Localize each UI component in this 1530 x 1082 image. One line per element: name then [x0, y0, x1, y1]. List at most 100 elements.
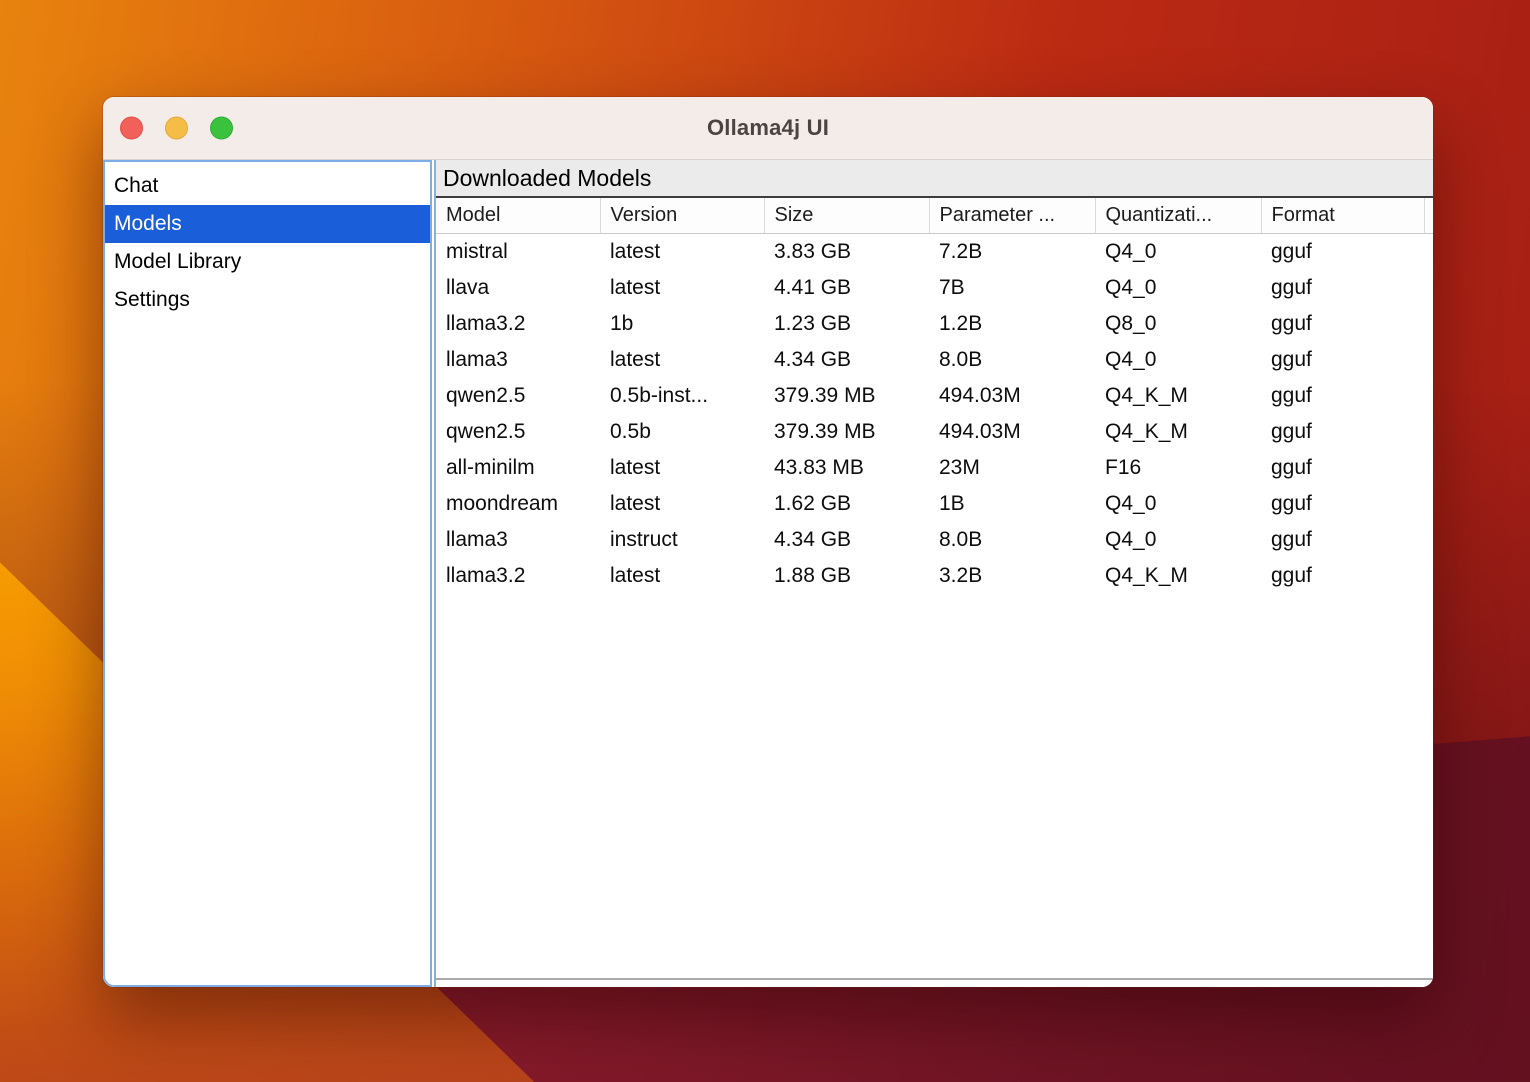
cell-size[interactable]: 4.41 GB	[764, 270, 929, 306]
cell-version[interactable]: 0.5b	[600, 414, 764, 450]
column-header-version[interactable]: Version	[600, 198, 764, 234]
column-header-format[interactable]: Format	[1261, 198, 1424, 234]
table-row[interactable]: qwen2.50.5b379.39 MB494.03MQ4_K_Mgguf	[436, 414, 1433, 450]
cell-quantization[interactable]: Q4_0	[1095, 522, 1261, 558]
cell-quantization[interactable]: Q4_K_M	[1095, 558, 1261, 594]
sidebar-item-model-library[interactable]: Model Library	[105, 243, 430, 281]
cell-filler	[1424, 450, 1433, 486]
cell-format[interactable]: gguf	[1261, 270, 1424, 306]
cell-quantization[interactable]: Q4_K_M	[1095, 378, 1261, 414]
table-row[interactable]: moondreamlatest1.62 GB1BQ4_0gguf	[436, 486, 1433, 522]
cell-model[interactable]: llama3	[436, 522, 600, 558]
cell-version[interactable]: latest	[600, 450, 764, 486]
sidebar-item-chat[interactable]: Chat	[105, 167, 430, 205]
minimize-button[interactable]	[165, 117, 188, 140]
cell-size[interactable]: 1.88 GB	[764, 558, 929, 594]
cell-size[interactable]: 43.83 MB	[764, 450, 929, 486]
cell-size[interactable]: 1.23 GB	[764, 306, 929, 342]
table-header-row: ModelVersionSizeParameter ...Quantizati.…	[436, 198, 1433, 234]
cell-parameters[interactable]: 7.2B	[929, 234, 1095, 271]
cell-model[interactable]: qwen2.5	[436, 414, 600, 450]
cell-size[interactable]: 379.39 MB	[764, 414, 929, 450]
cell-parameters[interactable]: 7B	[929, 270, 1095, 306]
cell-parameters[interactable]: 1.2B	[929, 306, 1095, 342]
cell-parameters[interactable]: 494.03M	[929, 414, 1095, 450]
table-row[interactable]: llama3.21b1.23 GB1.2BQ8_0gguf	[436, 306, 1433, 342]
cell-model[interactable]: qwen2.5	[436, 378, 600, 414]
cell-size[interactable]: 379.39 MB	[764, 378, 929, 414]
cell-quantization[interactable]: F16	[1095, 450, 1261, 486]
column-header-quantization[interactable]: Quantizati...	[1095, 198, 1261, 234]
cell-filler	[1424, 522, 1433, 558]
column-header-model[interactable]: Model	[436, 198, 600, 234]
table-row[interactable]: llavalatest4.41 GB7BQ4_0gguf	[436, 270, 1433, 306]
cell-model[interactable]: llama3	[436, 342, 600, 378]
cell-size[interactable]: 4.34 GB	[764, 342, 929, 378]
cell-format[interactable]: gguf	[1261, 450, 1424, 486]
sidebar-item-settings[interactable]: Settings	[105, 281, 430, 319]
cell-format[interactable]: gguf	[1261, 342, 1424, 378]
cell-model[interactable]: moondream	[436, 486, 600, 522]
cell-version[interactable]: latest	[600, 486, 764, 522]
cell-format[interactable]: gguf	[1261, 414, 1424, 450]
column-header-size[interactable]: Size	[764, 198, 929, 234]
sidebar-nav: Chat Models Model Library Settings	[103, 160, 432, 987]
cell-quantization[interactable]: Q4_K_M	[1095, 414, 1261, 450]
cell-quantization[interactable]: Q4_0	[1095, 270, 1261, 306]
table-row[interactable]: llama3latest4.34 GB8.0BQ4_0gguf	[436, 342, 1433, 378]
cell-parameters[interactable]: 1B	[929, 486, 1095, 522]
cell-version[interactable]: 0.5b-inst...	[600, 378, 764, 414]
table-row[interactable]: llama3.2latest1.88 GB3.2BQ4_K_Mgguf	[436, 558, 1433, 594]
close-button[interactable]	[120, 117, 143, 140]
cell-format[interactable]: gguf	[1261, 306, 1424, 342]
cell-filler	[1424, 378, 1433, 414]
cell-parameters[interactable]: 8.0B	[929, 522, 1095, 558]
table-row[interactable]: qwen2.50.5b-inst...379.39 MB494.03MQ4_K_…	[436, 378, 1433, 414]
cell-quantization[interactable]: Q4_0	[1095, 342, 1261, 378]
cell-size[interactable]: 3.83 GB	[764, 234, 929, 271]
cell-parameters[interactable]: 494.03M	[929, 378, 1095, 414]
cell-format[interactable]: gguf	[1261, 558, 1424, 594]
zoom-button[interactable]	[210, 117, 233, 140]
cell-format[interactable]: gguf	[1261, 378, 1424, 414]
cell-version[interactable]: latest	[600, 558, 764, 594]
models-table: ModelVersionSizeParameter ...Quantizati.…	[436, 198, 1433, 980]
cell-filler	[1424, 558, 1433, 594]
cell-size[interactable]: 1.62 GB	[764, 486, 929, 522]
table-row[interactable]: all-minilmlatest43.83 MB23MF16gguf	[436, 450, 1433, 486]
table-row[interactable]: mistrallatest3.83 GB7.2BQ4_0gguf	[436, 234, 1433, 271]
sidebar-item-models[interactable]: Models	[105, 205, 430, 243]
cell-model[interactable]: all-minilm	[436, 450, 600, 486]
column-header-parameters[interactable]: Parameter ...	[929, 198, 1095, 234]
cell-version[interactable]: latest	[600, 342, 764, 378]
table-row[interactable]: llama3instruct4.34 GB8.0BQ4_0gguf	[436, 522, 1433, 558]
cell-quantization[interactable]: Q4_0	[1095, 486, 1261, 522]
cell-parameters[interactable]: 3.2B	[929, 558, 1095, 594]
window-titlebar[interactable]: Ollama4j UI	[103, 97, 1433, 160]
window-content: Chat Models Model Library Settings Downl…	[103, 160, 1433, 987]
cell-format[interactable]: gguf	[1261, 486, 1424, 522]
cell-model[interactable]: llava	[436, 270, 600, 306]
column-header-filler	[1424, 198, 1433, 234]
cell-version[interactable]: instruct	[600, 522, 764, 558]
cell-filler	[1424, 414, 1433, 450]
cell-filler	[1424, 306, 1433, 342]
cell-version[interactable]: 1b	[600, 306, 764, 342]
cell-model[interactable]: llama3.2	[436, 306, 600, 342]
cell-filler	[1424, 486, 1433, 522]
cell-model[interactable]: llama3.2	[436, 558, 600, 594]
cell-version[interactable]: latest	[600, 234, 764, 271]
cell-model[interactable]: mistral	[436, 234, 600, 271]
cell-quantization[interactable]: Q8_0	[1095, 306, 1261, 342]
cell-parameters[interactable]: 23M	[929, 450, 1095, 486]
cell-version[interactable]: latest	[600, 270, 764, 306]
panel-title: Downloaded Models	[436, 160, 1433, 198]
cell-parameters[interactable]: 8.0B	[929, 342, 1095, 378]
cell-format[interactable]: gguf	[1261, 522, 1424, 558]
cell-filler	[1424, 342, 1433, 378]
cell-quantization[interactable]: Q4_0	[1095, 234, 1261, 271]
traffic-lights	[120, 117, 233, 140]
cell-format[interactable]: gguf	[1261, 234, 1424, 271]
cell-size[interactable]: 4.34 GB	[764, 522, 929, 558]
app-window: Ollama4j UI Chat Models Model Library Se…	[103, 97, 1433, 987]
